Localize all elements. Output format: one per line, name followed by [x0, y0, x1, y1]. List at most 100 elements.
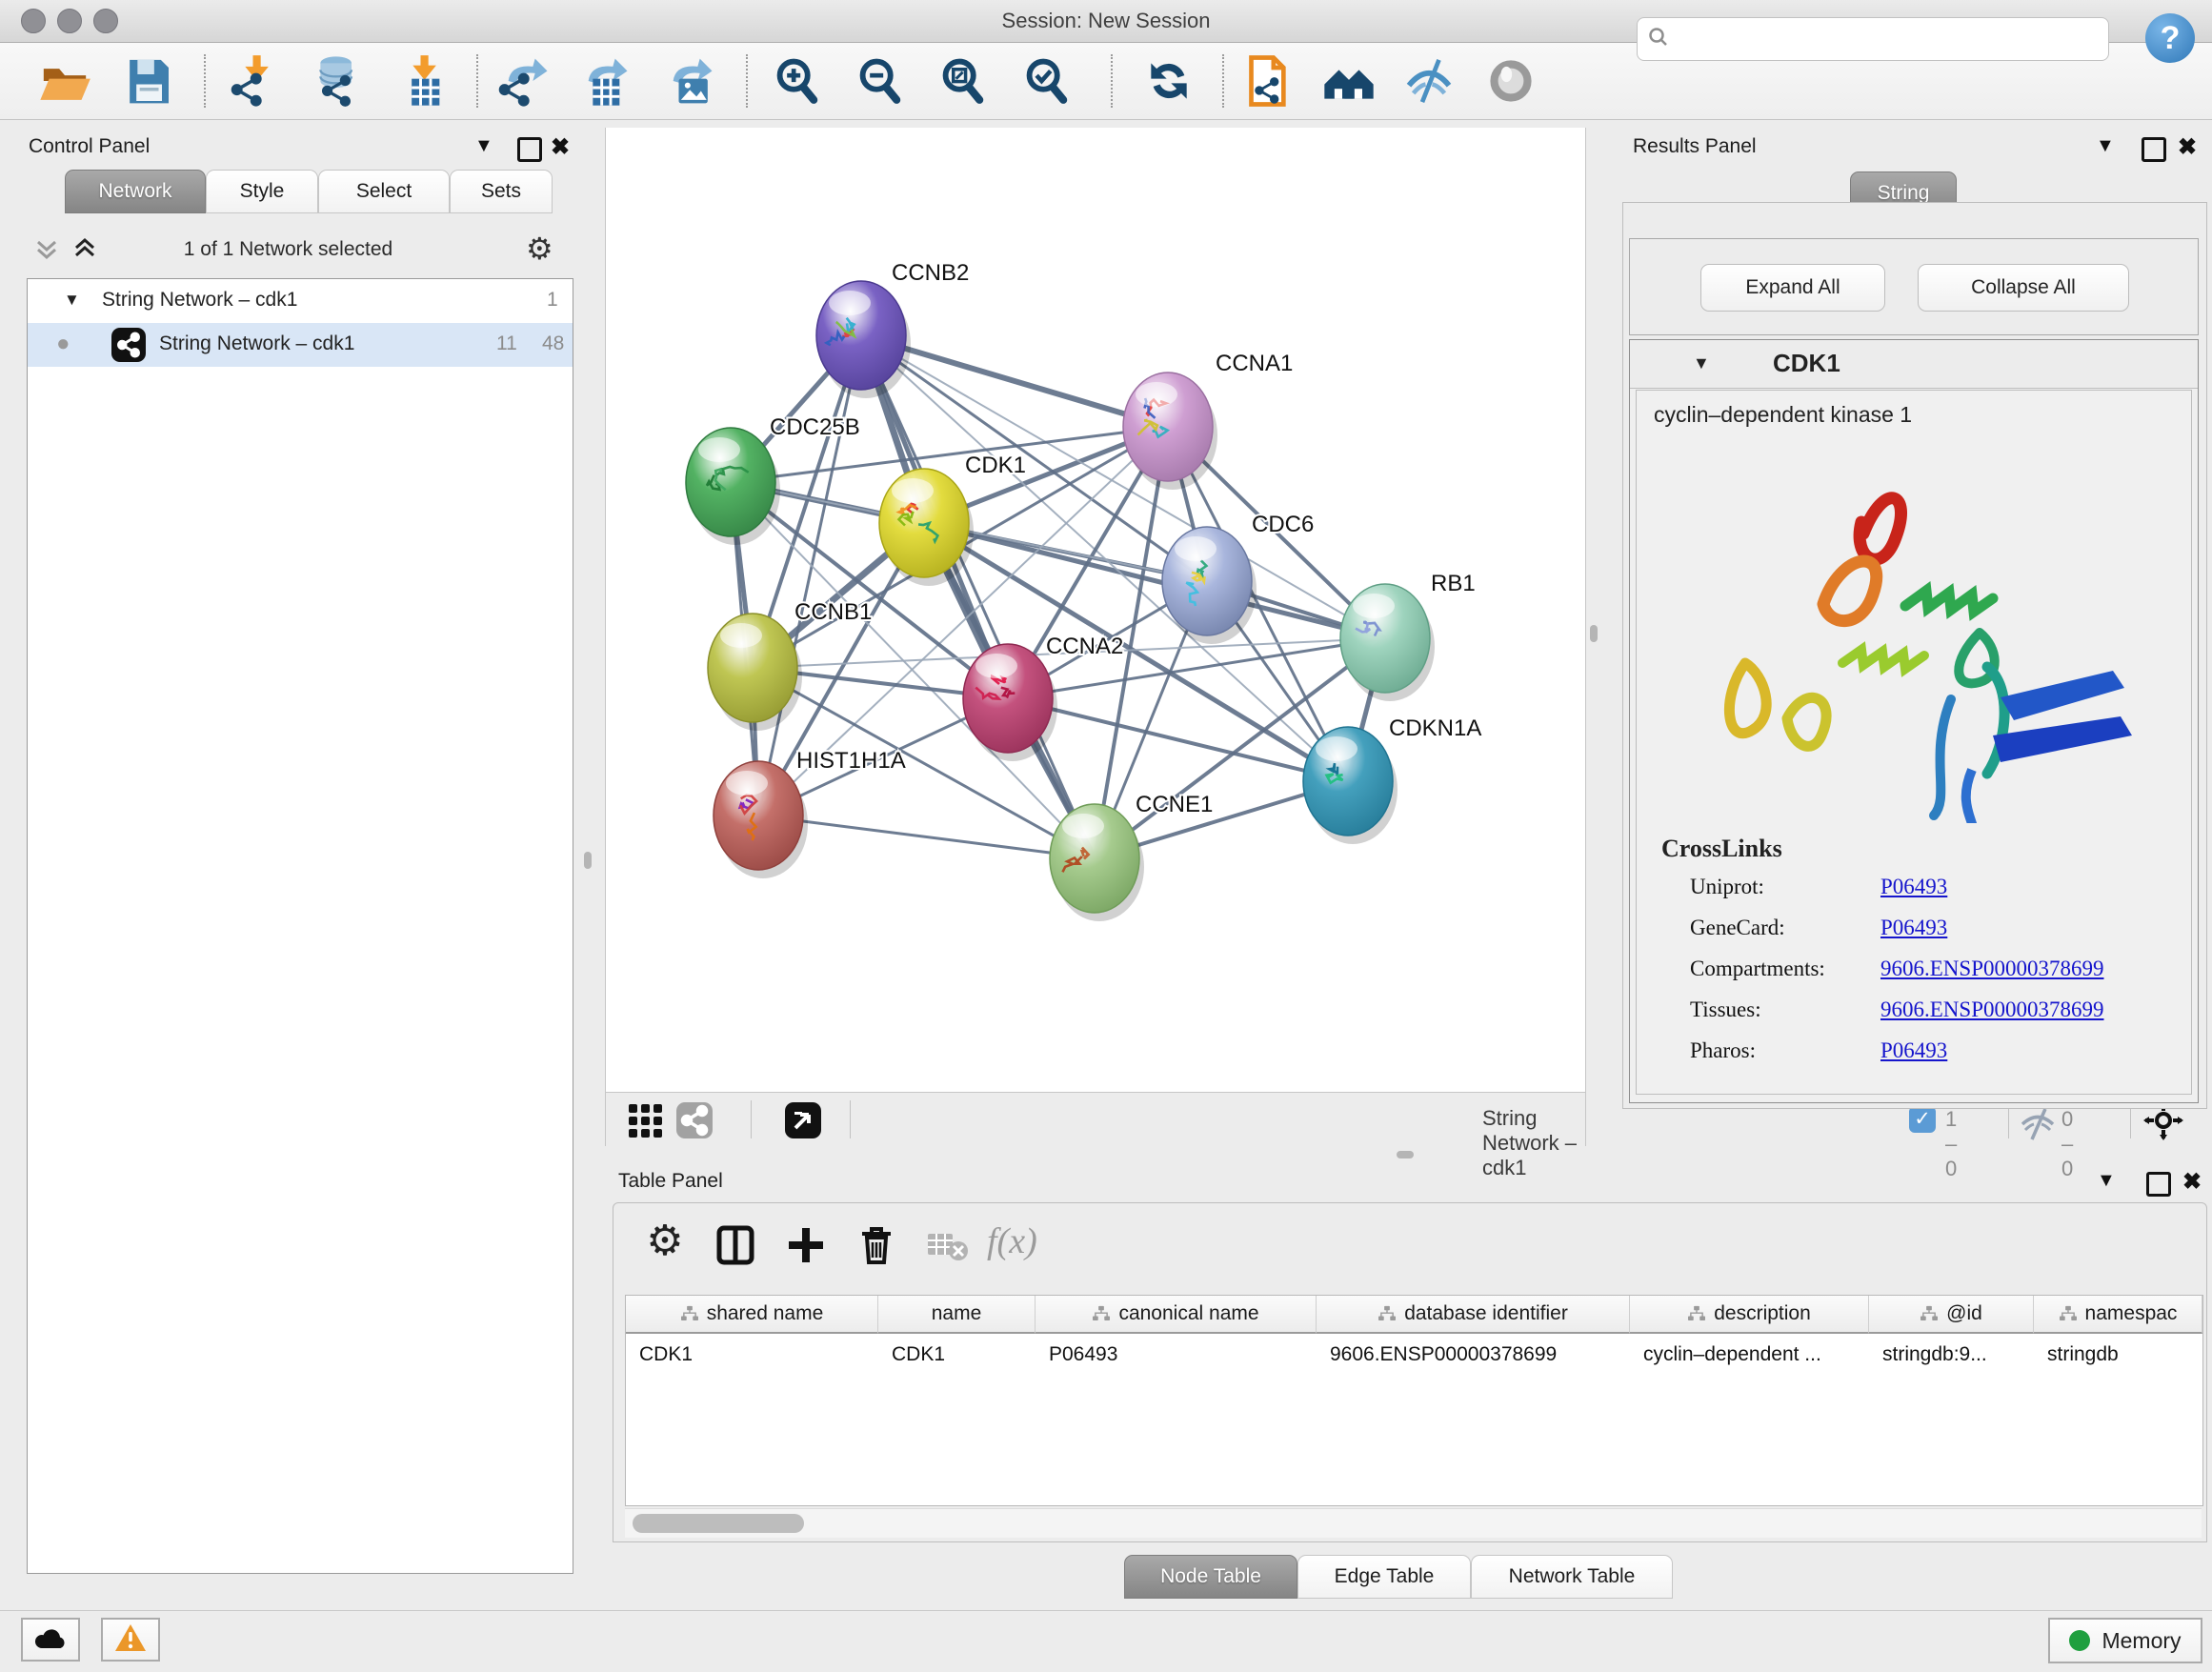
table-cell[interactable]: CDK1 [626, 1336, 878, 1374]
network-canvas[interactable]: CCNB2CCNA1CDC25BCDK1CDC6RB1CCNB1CCNA2CDK… [605, 128, 1586, 1092]
zoom-selected-button[interactable] [1022, 54, 1079, 108]
control-panel-float-icon[interactable]: ▼ [474, 135, 493, 157]
open-session-button[interactable] [38, 54, 95, 108]
network-collection-row[interactable]: ▼ String Network – cdk1 1 [28, 279, 573, 323]
node-label-CCNB1: CCNB1 [794, 599, 872, 625]
table-panel-float-icon[interactable]: ▼ [2097, 1170, 2116, 1192]
grid-view-icon[interactable] [625, 1100, 665, 1140]
network-node-CCNE1[interactable] [1050, 804, 1144, 921]
tab-node-table[interactable]: Node Table [1124, 1555, 1297, 1599]
crosslink-label: Pharos: [1690, 1038, 1880, 1063]
import-network-database-button[interactable] [312, 54, 369, 108]
network-node-HIST1H1A[interactable] [714, 761, 808, 878]
control-panel-maximize-icon[interactable] [517, 137, 542, 162]
hide-graphics-button[interactable] [1402, 54, 1459, 108]
network-edge[interactable] [861, 335, 1095, 858]
tab-network-table[interactable]: Network Table [1471, 1555, 1673, 1599]
table-cell[interactable]: cyclin–dependent ... [1630, 1336, 1869, 1374]
network-options-gear-icon[interactable]: ⚙ [526, 231, 553, 267]
network-node-CDKN1A[interactable] [1303, 727, 1398, 844]
collapse-all-button[interactable]: Collapse All [1918, 264, 2129, 312]
network-edge[interactable] [758, 816, 1095, 858]
search-input[interactable] [1679, 28, 2108, 51]
column-header-shared-name[interactable]: shared name [626, 1296, 878, 1334]
network-tree: ▼ String Network – cdk1 1 ● String Netwo… [27, 278, 573, 1574]
memory-button[interactable]: Memory [2048, 1618, 2202, 1663]
gene-expander-icon[interactable]: ▼ [1693, 353, 1710, 373]
table-cell[interactable]: P06493 [1036, 1336, 1317, 1374]
warnings-button[interactable] [101, 1618, 160, 1662]
tab-edge-table[interactable]: Edge Table [1297, 1555, 1471, 1599]
table-panel-close-icon[interactable]: ✖ [2182, 1168, 2202, 1196]
table-cell[interactable]: 9606.ENSP00000378699 [1317, 1336, 1630, 1374]
table-cell[interactable]: CDK1 [878, 1336, 1036, 1374]
network-node-CCNA1[interactable] [1123, 373, 1217, 490]
export-network-button[interactable] [497, 54, 554, 108]
table-options-gear-icon[interactable]: ⚙ [642, 1219, 688, 1264]
right-splitter-handle[interactable] [1590, 625, 1598, 642]
tab-sets[interactable]: Sets [450, 170, 553, 213]
export-image-button[interactable] [662, 54, 719, 108]
delete-column-icon[interactable] [854, 1222, 899, 1268]
warning-icon [114, 1623, 147, 1657]
tab-style[interactable]: Style [206, 170, 318, 213]
network-row[interactable]: ● String Network – cdk1 11 48 [28, 323, 573, 367]
network-edge[interactable] [924, 523, 1385, 638]
tab-select[interactable]: Select [318, 170, 450, 213]
network-label: String Network – cdk1 [159, 332, 354, 355]
create-column-icon[interactable] [783, 1222, 829, 1268]
network-edge[interactable] [758, 335, 861, 816]
table-cell[interactable]: stringdb [2034, 1336, 2202, 1374]
refresh-layout-button[interactable] [1142, 54, 1199, 108]
column-header-description[interactable]: description [1630, 1296, 1869, 1334]
results-panel-float-icon[interactable]: ▼ [2096, 135, 2115, 157]
network-node-CCNA2[interactable] [963, 644, 1057, 761]
results-panel-close-icon[interactable]: ✖ [2178, 133, 2197, 161]
zoom-in-button[interactable] [773, 54, 830, 108]
column-header-namespac[interactable]: namespac [2034, 1296, 2202, 1334]
column-header-database-identifier[interactable]: database identifier [1317, 1296, 1630, 1334]
help-button[interactable]: ? [2145, 13, 2195, 63]
collection-expander-icon[interactable]: ▼ [64, 291, 80, 310]
cloud-status-button[interactable] [21, 1618, 80, 1662]
crosslink-link[interactable]: P06493 [1880, 875, 1947, 899]
network-node-CCNB1[interactable] [708, 614, 802, 731]
string-document-button[interactable] [1241, 54, 1298, 108]
left-splitter-handle[interactable] [584, 852, 592, 869]
show-columns-icon[interactable] [713, 1222, 758, 1268]
save-session-button[interactable] [122, 54, 179, 108]
network-node-RB1[interactable] [1340, 584, 1435, 701]
crosslink-link[interactable]: 9606.ENSP00000378699 [1880, 997, 2104, 1022]
column-header-name[interactable]: name [878, 1296, 1036, 1334]
table-horizontal-scrollbar [625, 1508, 2202, 1538]
control-panel-close-icon[interactable]: ✖ [551, 133, 570, 161]
zoom-out-button[interactable] [855, 54, 913, 108]
column-header--id[interactable]: @id [1869, 1296, 2034, 1334]
search-box [1637, 17, 2109, 61]
home-networks-button[interactable] [1322, 54, 1379, 108]
crosslink-link[interactable]: 9606.ENSP00000378699 [1880, 957, 2104, 981]
network-node-CCNB2[interactable] [816, 281, 911, 398]
import-table-button[interactable] [397, 54, 454, 108]
import-network-file-button[interactable] [230, 54, 287, 108]
zoom-fit-button[interactable] [938, 54, 995, 108]
network-node-CDC6[interactable] [1162, 527, 1257, 644]
gene-section-header[interactable]: ▼ CDK1 [1630, 340, 2198, 389]
network-share-icon[interactable] [674, 1100, 714, 1140]
crosslink-link[interactable]: P06493 [1880, 916, 1947, 940]
tab-network[interactable]: Network [65, 170, 206, 213]
network-view-toolbar: String Network – cdk1 ✓ 1 – 0 0 – 0 [605, 1092, 1586, 1146]
results-panel-maximize-icon[interactable] [2142, 137, 2166, 162]
network-node-CDK1[interactable] [879, 469, 974, 586]
birds-eye-view-icon[interactable] [783, 1100, 823, 1140]
table-scrollbar-thumb[interactable] [633, 1514, 804, 1533]
bottom-splitter-handle[interactable] [1397, 1151, 1414, 1158]
snapshot-lens-button[interactable] [1484, 54, 1541, 108]
crosslink-label: Uniprot: [1690, 875, 1880, 899]
expand-all-button[interactable]: Expand All [1700, 264, 1885, 312]
table-cell[interactable]: stringdb:9... [1869, 1336, 2034, 1374]
column-header-canonical-name[interactable]: canonical name [1036, 1296, 1317, 1334]
table-panel-maximize-icon[interactable] [2146, 1172, 2171, 1197]
crosslink-link[interactable]: P06493 [1880, 1038, 1947, 1063]
export-table-button[interactable] [577, 54, 634, 108]
